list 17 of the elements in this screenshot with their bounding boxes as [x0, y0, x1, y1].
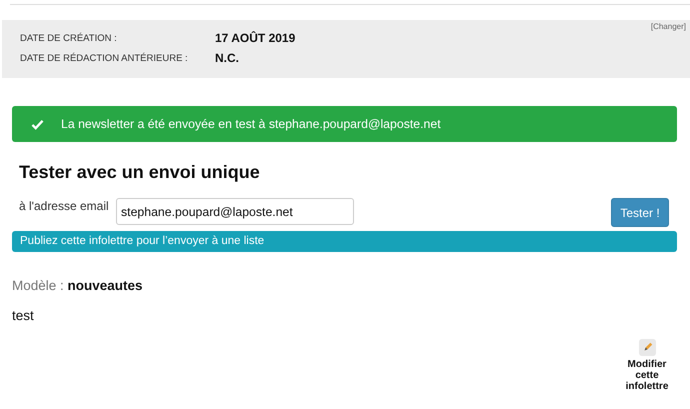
email-label: à l'adresse email: [19, 198, 110, 215]
template-name: nouveautes: [68, 278, 143, 293]
field-label: DATE DE RÉDACTION ANTÉRIEURE :: [20, 52, 189, 64]
field-label: DATE DE CRÉATION :: [20, 32, 118, 44]
change-link[interactable]: [Changer]: [650, 22, 686, 31]
check-icon: [31, 118, 44, 130]
pencil-icon: [638, 339, 656, 356]
alert-message: La newsletter a été envoyée en test à stephane.poupard@laposte.net: [61, 117, 441, 131]
field-value: 17 AOÛT 2019: [215, 31, 296, 45]
info-banner: Publiez cette infolettre pour l’envoyer à une liste: [12, 231, 677, 252]
edit-button[interactable]: Modifier cette infolettre: [621, 339, 673, 392]
section-title: Tester avec un envoi unique: [19, 162, 261, 184]
email-field[interactable]: stephane.poupard@laposte.net: [116, 198, 354, 225]
field-value: N.C.: [215, 51, 239, 65]
template-label: Modèle :: [12, 278, 64, 293]
body-text: test: [12, 308, 35, 323]
test-button[interactable]: Tester !: [611, 198, 669, 227]
